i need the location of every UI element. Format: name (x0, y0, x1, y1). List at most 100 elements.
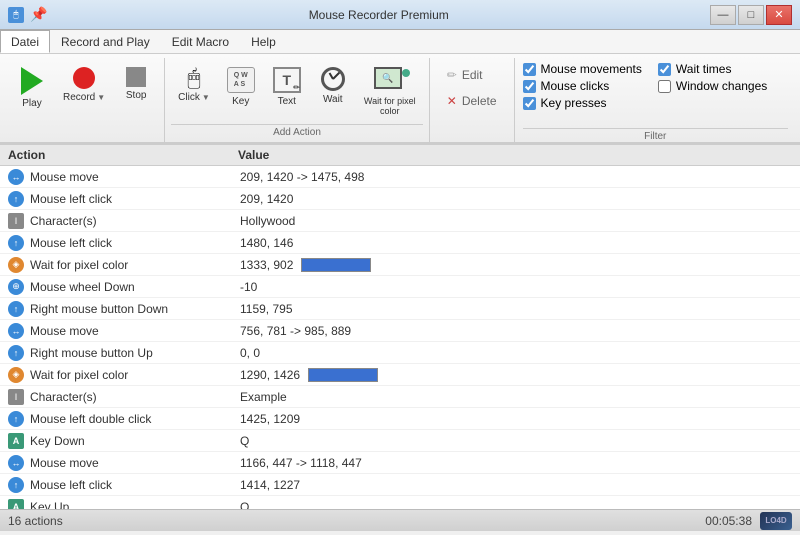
window-changes-checkbox[interactable] (658, 80, 671, 93)
row-action-text: Mouse move (30, 324, 240, 338)
table-row[interactable]: ↔ Mouse move 209, 1420 -> 1475, 498 (0, 166, 800, 188)
table-row[interactable]: I Character(s) Hollywood (0, 210, 800, 232)
edit-section: ✏ Edit ✕ Delete (430, 58, 515, 142)
wait-pixel-button[interactable]: 🔍 Wait for pixel color (357, 62, 423, 121)
menu-datei[interactable]: Datei (0, 30, 50, 53)
row-value: 1290, 1426 (240, 368, 792, 382)
table-row[interactable]: ↑ Mouse left click 209, 1420 (0, 188, 800, 210)
key-presses-checkbox[interactable] (523, 97, 536, 110)
table-row[interactable]: ↑ Mouse left double click 1425, 1209 (0, 408, 800, 430)
table-row[interactable]: A Key Up Q (0, 496, 800, 509)
menu-edit-macro[interactable]: Edit Macro (161, 30, 240, 53)
row-action-text: Wait for pixel color (30, 258, 240, 272)
table-row[interactable]: ◈ Wait for pixel color 1333, 902 (0, 254, 800, 276)
row-value: 1333, 902 (240, 258, 792, 272)
text-button[interactable]: T ✏ Text (265, 62, 309, 112)
filter-label: Filter (523, 128, 788, 142)
table-row[interactable]: I Character(s) Example (0, 386, 800, 408)
table-header: Action Value (0, 145, 800, 166)
menu-help[interactable]: Help (240, 30, 287, 53)
click-button[interactable]: 🖱 Click ▼ (171, 62, 217, 108)
row-value-text: 1290, 1426 (240, 368, 300, 382)
row-type-icon: ↑ (8, 235, 24, 251)
text-label: Text (278, 96, 296, 107)
row-value: Q (240, 434, 792, 448)
key-icon: Q WA S (227, 67, 255, 93)
row-type-icon: I (8, 213, 24, 229)
filter-row: Mouse movements Mouse clicks Key presses… (523, 62, 788, 124)
key-button[interactable]: Q WA S Key (219, 62, 263, 112)
row-type-icon: A (8, 433, 24, 449)
row-action-text: Right mouse button Up (30, 346, 240, 360)
close-button[interactable]: ✕ (766, 5, 792, 25)
play-button[interactable]: Play (10, 62, 54, 114)
row-type-icon: ◈ (8, 367, 24, 383)
stop-icon (126, 67, 146, 87)
filter-mouse-movements[interactable]: Mouse movements (523, 62, 642, 76)
filter-window-changes[interactable]: Window changes (658, 79, 767, 93)
table-row[interactable]: ↔ Mouse move 756, 781 -> 985, 889 (0, 320, 800, 342)
minimize-button[interactable]: — (710, 5, 736, 25)
edit-button[interactable]: ✏ Edit (438, 64, 506, 86)
filter-key-presses[interactable]: Key presses (523, 96, 642, 110)
row-value: Q (240, 500, 792, 510)
actions-count: 16 actions (8, 514, 63, 528)
mouse-movements-checkbox[interactable] (523, 63, 536, 76)
stop-button[interactable]: Stop (114, 62, 158, 106)
row-action-text: Mouse move (30, 170, 240, 184)
key-label: Key (232, 96, 249, 107)
row-value-text: 1166, 447 -> 1118, 447 (240, 456, 362, 470)
stop-label: Stop (126, 90, 147, 101)
row-type-icon: ↔ (8, 323, 24, 339)
menu-bar: Datei Record and Play Edit Macro Help (0, 30, 800, 54)
wait-button[interactable]: Wait (311, 62, 355, 110)
status-time: 00:05:38 (705, 514, 752, 528)
mouse-clicks-checkbox[interactable] (523, 80, 536, 93)
row-value: Hollywood (240, 214, 792, 228)
maximize-button[interactable]: □ (738, 5, 764, 25)
play-label: Play (22, 98, 41, 109)
row-value: Example (240, 390, 792, 404)
table-row[interactable]: ↑ Mouse left click 1480, 146 (0, 232, 800, 254)
pin-icon[interactable]: 📌 (30, 6, 47, 23)
row-type-icon: ◈ (8, 257, 24, 273)
delete-button[interactable]: ✕ Delete (438, 90, 506, 112)
row-type-icon: I (8, 389, 24, 405)
row-type-icon: ↑ (8, 301, 24, 317)
row-value-text: 1414, 1227 (240, 478, 300, 492)
row-value: 209, 1420 (240, 192, 792, 206)
table-row[interactable]: ⊕ Mouse wheel Down -10 (0, 276, 800, 298)
toolbar: Play Record ▼ Stop 🖱 Click ▼ (0, 54, 800, 144)
record-button[interactable]: Record ▼ (56, 62, 112, 108)
filter-mouse-clicks[interactable]: Mouse clicks (523, 79, 642, 93)
edit-icon: ✏ (447, 68, 457, 82)
row-value: 209, 1420 -> 1475, 498 (240, 170, 792, 184)
row-value-text: 1333, 902 (240, 258, 293, 272)
table-row[interactable]: ↑ Right mouse button Down 1159, 795 (0, 298, 800, 320)
status-right: 00:05:38 LO4D (705, 512, 792, 530)
table-row[interactable]: A Key Down Q (0, 430, 800, 452)
filter-wait-times[interactable]: Wait times (658, 62, 767, 76)
click-icon: 🖱 (187, 67, 200, 89)
add-action-group: 🖱 Click ▼ Q WA S Key T ✏ Text (165, 58, 430, 142)
table-row[interactable]: ↑ Mouse left click 1414, 1227 (0, 474, 800, 496)
table-row[interactable]: ↑ Right mouse button Up 0, 0 (0, 342, 800, 364)
row-value: 1166, 447 -> 1118, 447 (240, 456, 792, 470)
action-table[interactable]: Action Value ↔ Mouse move 209, 1420 -> 1… (0, 144, 800, 509)
text-icon: T ✏ (273, 67, 301, 93)
row-action-text: Mouse left click (30, 192, 240, 206)
wait-times-checkbox[interactable] (658, 63, 671, 76)
row-value: 1425, 1209 (240, 412, 792, 426)
menu-record-and-play[interactable]: Record and Play (50, 30, 161, 53)
table-row[interactable]: ↔ Mouse move 1166, 447 -> 1118, 447 (0, 452, 800, 474)
row-value-text: Q (240, 434, 249, 448)
row-value: 1159, 795 (240, 302, 792, 316)
row-action-text: Character(s) (30, 390, 240, 404)
row-value-text: 1480, 146 (240, 236, 293, 250)
row-value-text: -10 (240, 280, 257, 294)
main-content: Action Value ↔ Mouse move 209, 1420 -> 1… (0, 144, 800, 509)
row-value-text: Hollywood (240, 214, 295, 228)
row-value-text: 1425, 1209 (240, 412, 300, 426)
table-row[interactable]: ◈ Wait for pixel color 1290, 1426 (0, 364, 800, 386)
playback-items: Play Record ▼ Stop (10, 58, 158, 138)
